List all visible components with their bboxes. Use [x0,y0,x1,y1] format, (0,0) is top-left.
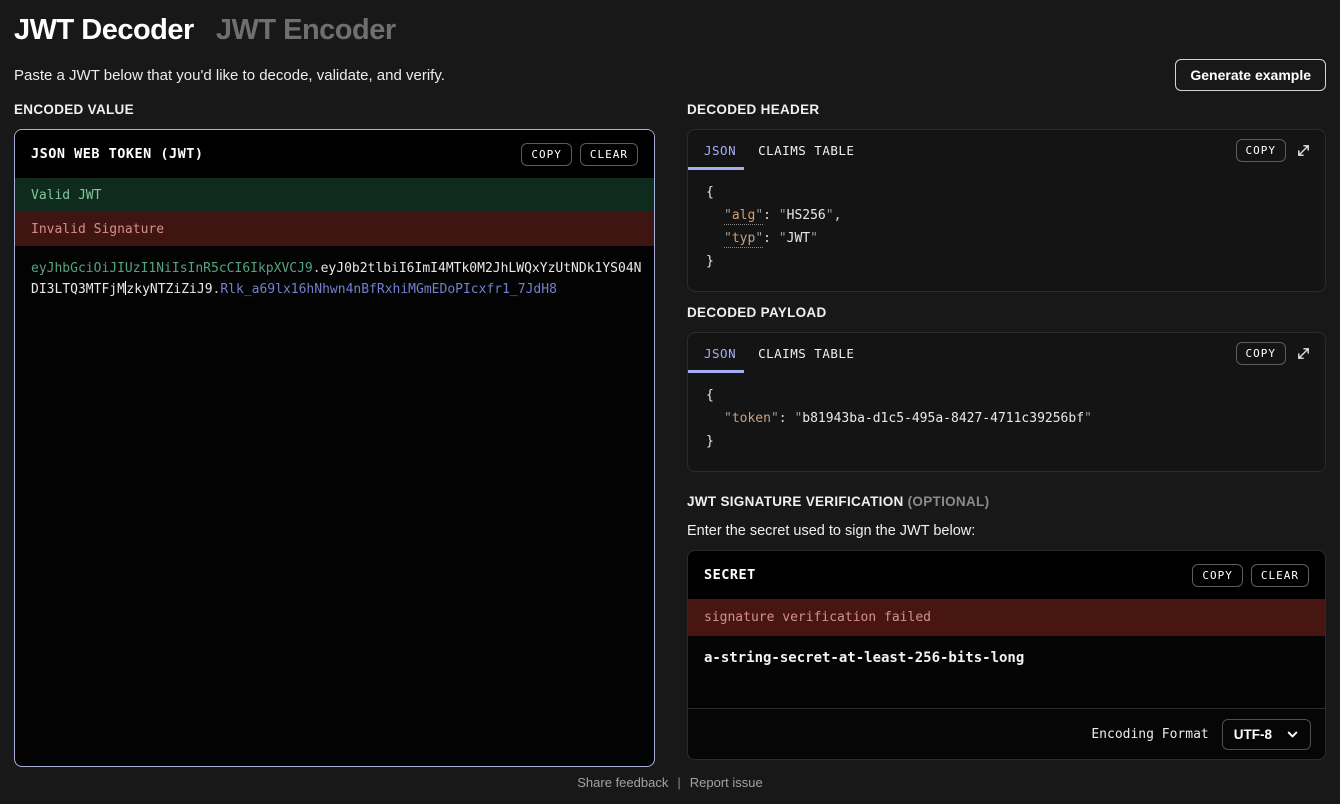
tab-jwt-decoder[interactable]: JWT Decoder [14,14,194,47]
encoded-value-card: JSON WEB TOKEN (JWT) COPY CLEAR Valid JW… [14,129,655,767]
json-line-alg: "alg": "HS256", [706,204,1307,227]
top-bar: JWT Decoder JWT Encoder Paste a JWT belo… [0,0,1340,92]
decoded-payload-card: JSON CLAIMS TABLE COPY { "token": "b8194… [687,332,1326,472]
token-separator: . [313,261,321,276]
tab-payload-json[interactable]: JSON [688,346,736,361]
tab-header-json[interactable]: JSON [688,143,736,158]
secret-value-text: a-string-secret-at-least-256-bits-long [704,650,1024,666]
app-mode-tabs: JWT Decoder JWT Encoder [14,14,1326,54]
active-tab-underline [688,167,744,170]
expand-header-button[interactable] [1296,143,1311,158]
decoded-payload-label: DECODED PAYLOAD [687,305,1326,322]
share-feedback-link[interactable]: Share feedback [577,775,668,790]
clear-jwt-button[interactable]: CLEAR [580,143,638,166]
json-line-token: "token": "b81943ba-d1c5-495a-8427-4711c3… [706,407,1307,430]
secret-input[interactable]: a-string-secret-at-least-256-bits-long [688,636,1325,708]
secret-instruction: Enter the secret used to sign the JWT be… [687,523,1326,541]
copy-payload-button[interactable]: COPY [1236,342,1287,365]
decoded-header-json: { "alg": "HS256", "typ": "JWT" } [688,170,1325,287]
copy-secret-button[interactable]: COPY [1192,564,1243,587]
generate-example-button[interactable]: Generate example [1175,59,1326,91]
token-header-segment: eyJhbGciOiJIUzI1NiIsInR5cCI6IkpXVCJ9 [31,261,313,276]
tab-jwt-encoder[interactable]: JWT Encoder [216,14,396,47]
clear-secret-button[interactable]: CLEAR [1251,564,1309,587]
signature-failed-banner: signature verification failed [688,599,1325,636]
expand-payload-button[interactable] [1296,346,1311,361]
valid-jwt-banner: Valid JWT [15,178,654,212]
copy-jwt-button[interactable]: COPY [521,143,572,166]
page-subtitle: Paste a JWT below that you'd like to dec… [14,67,445,84]
decoded-header-label: DECODED HEADER [687,102,1326,119]
chevron-down-icon [1286,728,1299,741]
encoding-format-row: Encoding Format UTF-8 [688,709,1325,759]
invalid-signature-banner-text: Invalid Signature [31,222,164,237]
decoded-payload-json: { "token": "b81943ba-d1c5-495a-8427-4711… [688,373,1325,467]
encoding-format-dropdown[interactable]: UTF-8 [1222,719,1311,750]
decoded-header-tab-row: JSON CLAIMS TABLE COPY [688,130,1325,170]
signature-verification-title: JWT SIGNATURE VERIFICATION [687,494,904,509]
page-footer: Share feedback | Report issue [0,775,1340,790]
tab-header-claims-table[interactable]: CLAIMS TABLE [736,143,854,158]
active-tab-underline [688,370,744,373]
tab-payload-claims-table[interactable]: CLAIMS TABLE [736,346,854,361]
json-open-brace: { [706,384,1307,407]
encoding-format-value: UTF-8 [1234,727,1272,742]
json-open-brace: { [706,181,1307,204]
report-issue-link[interactable]: Report issue [690,775,763,790]
optional-tag-text: (OPTIONAL) [908,494,990,509]
valid-jwt-banner-text: Valid JWT [31,188,101,203]
expand-icon [1296,143,1311,158]
decoded-header-card: JSON CLAIMS TABLE COPY { "alg": "HS256",… [687,129,1326,292]
signature-verification-label: JWT SIGNATURE VERIFICATION (OPTIONAL) [687,494,1326,511]
encoded-value-label: ENCODED VALUE [14,102,655,119]
json-close-brace: } [706,250,1307,273]
json-close-brace: } [706,430,1307,453]
json-line-typ: "typ": "JWT" [706,227,1307,250]
secret-card-header: SECRET COPY CLEAR [688,551,1325,599]
token-payload-segment-after: zkyNTZiZiJ9 [126,282,212,297]
decoded-payload-tab-row: JSON CLAIMS TABLE COPY [688,333,1325,373]
signature-failed-banner-text: signature verification failed [704,610,931,625]
expand-icon [1296,346,1311,361]
copy-header-button[interactable]: COPY [1236,139,1287,162]
jwt-token-input[interactable]: eyJhbGciOiJIUzI1NiIsInR5cCI6IkpXVCJ9.eyJ… [15,246,654,766]
encoding-format-label: Encoding Format [1091,727,1208,742]
invalid-signature-banner: Invalid Signature [15,212,654,246]
jwt-card-title: JSON WEB TOKEN (JWT) [31,146,204,162]
secret-card: SECRET COPY CLEAR signature verification… [687,550,1326,760]
secret-card-title: SECRET [704,567,756,583]
jwt-card-header: JSON WEB TOKEN (JWT) COPY CLEAR [15,130,654,178]
footer-separator: | [677,775,680,790]
token-signature-segment: Rlk_a69lx16hNhwn4nBfRxhiMGmEDoPIcxfr1_7J… [220,282,557,297]
